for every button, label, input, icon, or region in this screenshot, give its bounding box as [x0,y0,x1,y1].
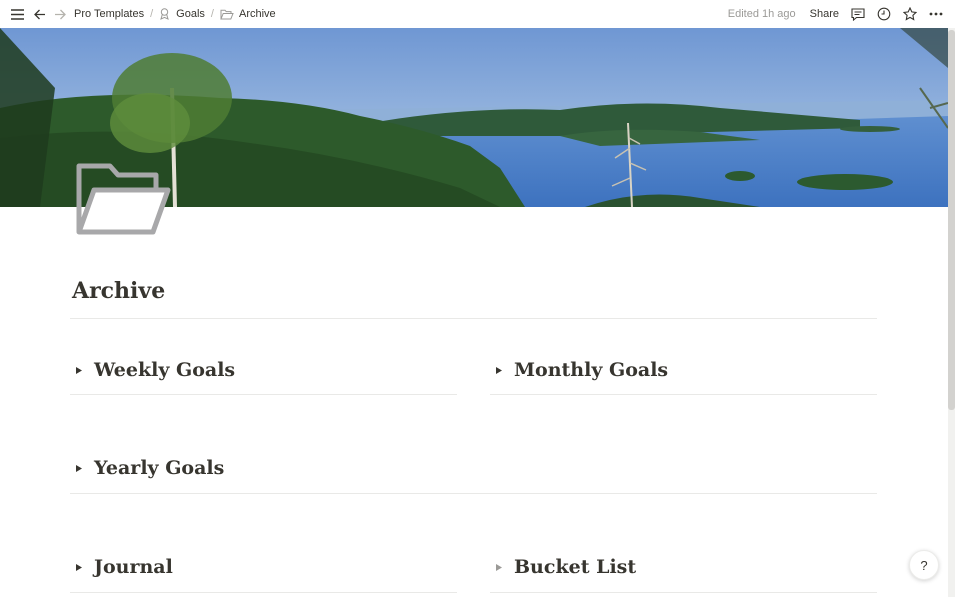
folder-open-icon[interactable] [76,163,172,237]
divider [70,318,877,319]
toggle-triangle-icon[interactable] [492,366,506,374]
toggle-triangle-icon[interactable] [72,464,86,472]
toggle-weekly-goals[interactable]: Weekly Goals [72,355,235,385]
toggle-label: Yearly Goals [94,457,225,479]
comment-icon[interactable] [851,7,865,21]
folder-open-icon [220,9,234,20]
edited-timestamp: Edited 1h ago [727,8,796,20]
toggle-label: Weekly Goals [94,359,236,381]
more-icon[interactable] [929,12,943,16]
scrollbar-thumb[interactable] [948,30,955,410]
star-icon[interactable] [903,7,917,21]
breadcrumb-label: Goals [176,8,205,20]
divider [70,592,457,593]
toggle-monthly-goals[interactable]: Monthly Goals [492,355,668,385]
toggle-journal[interactable]: Journal [72,552,173,582]
toggle-label: Journal [94,556,173,578]
page-title[interactable]: Archive [72,276,165,306]
goals-icon [159,8,170,20]
share-button[interactable]: Share [810,8,839,20]
breadcrumb-separator: / [150,8,154,20]
toggle-triangle-icon[interactable] [72,563,86,571]
clock-icon[interactable] [877,7,891,21]
divider [70,493,877,494]
toggle-label: Monthly Goals [514,359,669,381]
breadcrumb-pro-templates[interactable]: Pro Templates [74,8,144,20]
divider [490,394,877,395]
breadcrumb-separator: / [210,8,214,20]
top-bar: Pro Templates / Goals / Archive Edited 1… [0,0,955,28]
toggle-bucket-list[interactable]: Bucket List [492,552,636,582]
top-bar-actions: Edited 1h ago Share [728,0,947,28]
breadcrumb-goals[interactable]: Goals [159,8,205,20]
toggle-triangle-icon[interactable] [72,366,86,374]
toggle-label: Bucket List [514,556,637,578]
breadcrumb-label: Pro Templates [74,8,145,20]
forward-arrow-icon[interactable] [54,9,66,20]
breadcrumb-label: Archive [238,8,276,20]
menu-icon[interactable] [11,8,24,20]
divider [490,592,877,593]
divider [70,394,457,395]
back-arrow-icon[interactable] [34,9,46,20]
breadcrumb-archive[interactable]: Archive [220,8,276,20]
toggle-triangle-icon[interactable] [492,563,506,571]
help-button[interactable]: ? [909,550,939,580]
toggle-yearly-goals[interactable]: Yearly Goals [72,453,224,483]
